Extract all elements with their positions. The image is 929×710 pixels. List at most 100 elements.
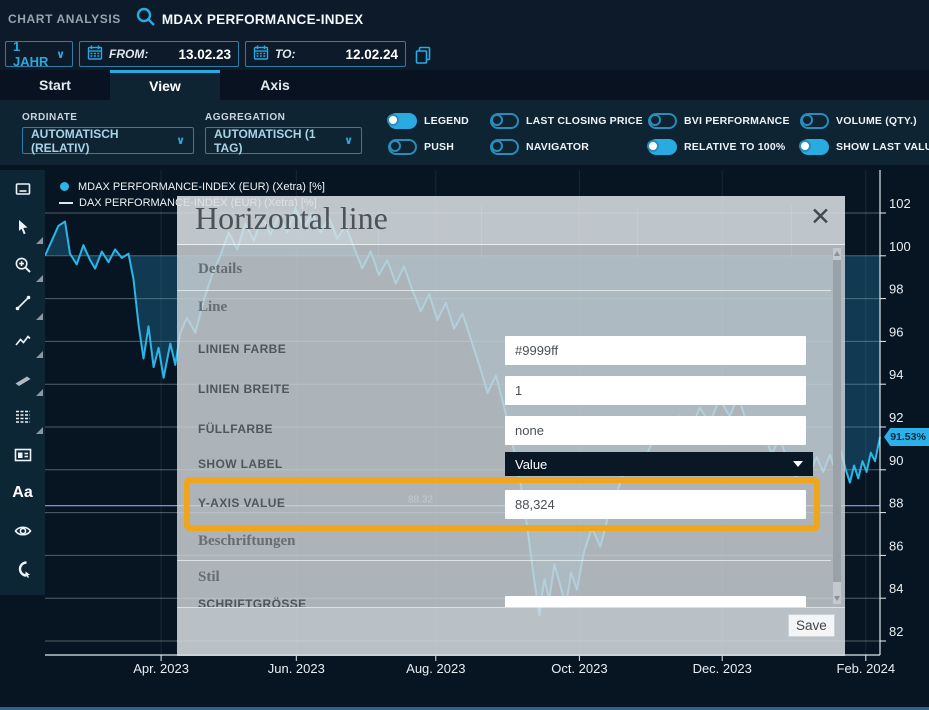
line-width-input[interactable]: [505, 376, 806, 405]
dialog-title: Horizontal line: [195, 200, 388, 237]
period-value: 1 JAHR: [13, 39, 56, 69]
from-value: 13.02.23: [178, 47, 231, 62]
svg-text:Jun. 2023: Jun. 2023: [268, 661, 325, 676]
horizontal-line-dialog: Horizontal line ✕ Details Line LINIEN FA…: [177, 196, 845, 656]
dialog-header: Horizontal line ✕: [177, 196, 845, 245]
dialog-scrollbar[interactable]: [833, 248, 841, 604]
search-icon[interactable]: [135, 6, 157, 33]
section-line[interactable]: Line: [198, 299, 227, 316]
line-color-label: LINIEN FARBE: [198, 342, 286, 356]
tab-start[interactable]: Start: [0, 70, 110, 100]
dialog-footer: Save: [177, 607, 845, 656]
instrument-title: MDAX PERFORMANCE-INDEX: [162, 12, 364, 27]
push-toggle[interactable]: PUSH: [388, 138, 454, 155]
highlight-annotation-box: [184, 477, 820, 531]
legend-label: MDAX PERFORMANCE-INDEX (EUR) (Xetra) [%]: [78, 181, 325, 193]
to-value: 12.02.24: [345, 47, 398, 62]
scroll-up-icon[interactable]: [834, 251, 840, 256]
divider: [177, 560, 831, 561]
view-toolbar: ORDINATE AUTOMATISCH (RELATIV) ∨ AGGREGA…: [0, 100, 929, 165]
zoom-in-icon[interactable]: [0, 246, 45, 284]
from-label: FROM:: [109, 47, 148, 61]
chart-card-icon[interactable]: [0, 436, 45, 474]
chevron-down-icon: [793, 461, 803, 467]
dialog-body: Details Line LINIEN FARBE LINIEN BREITE …: [177, 245, 845, 607]
section-beschriftungen[interactable]: Beschriftungen: [198, 533, 296, 550]
svg-text:Feb. 2024: Feb. 2024: [837, 661, 896, 676]
toggle-label: BVI PERFORMANCE: [684, 115, 790, 127]
ordinate-dropdown[interactable]: AUTOMATISCH (RELATIV) ∨: [22, 127, 194, 154]
line-width-label: LINIEN BREITE: [198, 382, 290, 396]
show-label-select[interactable]: Value: [505, 452, 813, 476]
calendar-icon: [87, 44, 103, 64]
close-icon[interactable]: ✕: [810, 202, 831, 232]
navigator-toggle[interactable]: NAVIGATOR: [490, 138, 589, 155]
partial-field-input[interactable]: [505, 596, 806, 607]
toggle-label: PUSH: [424, 141, 454, 153]
ordinate-label: ORDINATE: [22, 112, 77, 123]
app-title: CHART ANALYSIS: [8, 12, 121, 26]
aggregation-dropdown[interactable]: AUTOMATISCH (1 TAG) ∨: [205, 127, 362, 154]
tab-view[interactable]: View: [110, 70, 220, 100]
zigzag-line-icon[interactable]: [0, 322, 45, 360]
svg-text:90: 90: [889, 453, 903, 468]
scroll-down-icon[interactable]: [834, 596, 840, 601]
aggregation-value: AUTOMATISCH (1 TAG): [214, 127, 344, 155]
svg-text:Aug. 2023: Aug. 2023: [406, 661, 465, 676]
drawing-toolbar: Aa: [0, 170, 45, 595]
period-select[interactable]: 1 JAHR ∨: [5, 41, 73, 67]
eye-icon[interactable]: [0, 512, 45, 550]
last-closing-price-toggle[interactable]: LAST CLOSING PRICE: [490, 112, 643, 129]
toggle-label: LEGEND: [424, 115, 469, 127]
relative-to-100-toggle[interactable]: RELATIVE TO 100%: [648, 138, 785, 155]
copy-icon[interactable]: [413, 45, 433, 70]
series-dot-marker: [60, 182, 69, 191]
calendar-icon: [253, 44, 269, 64]
text-tool-icon[interactable]: Aa: [0, 474, 45, 512]
svg-text:Dec. 2023: Dec. 2023: [693, 661, 752, 676]
range-bar: 1 JAHR ∨ FROM: 13.02.23 TO: 12.02.24: [0, 38, 929, 70]
fill-color-input[interactable]: [505, 416, 806, 445]
fibonacci-grid-icon[interactable]: [0, 398, 45, 436]
divider: [177, 290, 831, 291]
collapse-panel-icon[interactable]: [0, 170, 45, 208]
to-date-field[interactable]: TO: 12.02.24: [245, 41, 406, 67]
section-details[interactable]: Details: [198, 261, 242, 278]
save-button[interactable]: Save: [788, 614, 835, 637]
chevron-down-icon: ∨: [176, 134, 185, 147]
last-value-badge: 91.53%: [884, 428, 929, 446]
from-date-field[interactable]: FROM: 13.02.23: [79, 41, 239, 67]
magnet-icon[interactable]: [0, 550, 45, 588]
trend-line-icon[interactable]: [0, 284, 45, 322]
show-last-value-toggle[interactable]: SHOW LAST VALUE: [800, 138, 929, 155]
show-label-value: Value: [515, 457, 547, 472]
cursor-icon[interactable]: [0, 208, 45, 246]
svg-text:98: 98: [889, 282, 903, 297]
partial-field-label: SCHRIFTGRÖSSE: [198, 597, 307, 607]
chevron-down-icon: ∨: [56, 48, 65, 61]
line-color-input[interactable]: [505, 336, 806, 365]
volume-toggle[interactable]: VOLUME (QTY.): [800, 112, 917, 129]
section-stil[interactable]: Stil: [198, 569, 220, 586]
to-label: TO:: [275, 47, 295, 61]
tab-axis[interactable]: Axis: [220, 70, 330, 100]
scrollbar-thumb[interactable]: [833, 260, 841, 582]
svg-text:84: 84: [889, 581, 903, 596]
svg-text:88: 88: [889, 496, 903, 511]
fill-color-label: FÜLLFARBE: [198, 422, 273, 436]
svg-text:92: 92: [889, 410, 903, 425]
chevron-down-icon: ∨: [344, 134, 353, 147]
toggle-label: VOLUME (QTY.): [836, 115, 917, 127]
toggle-label: RELATIVE TO 100%: [684, 141, 785, 153]
parallel-channel-icon[interactable]: [0, 360, 45, 398]
svg-text:94: 94: [889, 367, 903, 382]
legend-toggle[interactable]: LEGEND: [388, 112, 469, 129]
svg-text:Apr. 2023: Apr. 2023: [133, 661, 189, 676]
tab-bar: Start View Axis: [0, 70, 929, 100]
toggle-label: LAST CLOSING PRICE: [526, 115, 643, 127]
legend-item-mdax[interactable]: MDAX PERFORMANCE-INDEX (EUR) (Xetra) [%]: [60, 179, 325, 194]
toggle-label: NAVIGATOR: [526, 141, 589, 153]
series-line-marker: [59, 202, 73, 204]
bvi-performance-toggle[interactable]: BVI PERFORMANCE: [648, 112, 790, 129]
toggle-label: SHOW LAST VALUE: [836, 141, 929, 153]
